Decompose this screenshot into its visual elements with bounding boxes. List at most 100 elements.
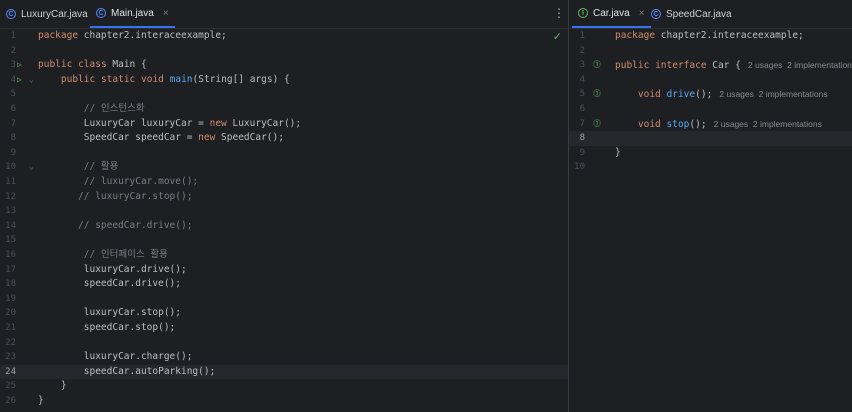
line-number[interactable]: 6 xyxy=(2,102,16,117)
line-number[interactable]: 26 xyxy=(2,394,16,409)
implemented-icon[interactable]: ⓵ xyxy=(593,58,601,73)
code-line[interactable]: 25 } xyxy=(0,379,568,394)
car-code-editor[interactable]: 1 package chapter2.interaceexample; 2 3 publ… xyxy=(569,29,852,412)
line-number[interactable]: 10 xyxy=(571,160,585,175)
line-number[interactable]: 25 xyxy=(2,379,16,394)
line-number[interactable]: 7 xyxy=(2,117,16,132)
close-icon[interactable]: × xyxy=(639,8,645,19)
code-text[interactable]: } xyxy=(38,379,67,394)
code-line[interactable]: 10 xyxy=(569,160,852,175)
code-line[interactable]: 19 xyxy=(0,292,568,307)
code-line[interactable]: 12 // luxuryCar.stop(); xyxy=(0,190,568,205)
code-text[interactable]: package chapter2.interaceexample; xyxy=(615,29,804,44)
line-number[interactable]: 9 xyxy=(571,146,585,161)
close-icon[interactable]: × xyxy=(163,8,169,19)
code-line[interactable]: 1 package chapter2.interaceexample; xyxy=(0,29,568,44)
tab-luxurycar-java[interactable]: C LuxuryCar.java xyxy=(0,0,94,28)
code-text[interactable]: package chapter2.interaceexample; xyxy=(38,29,227,44)
code-text[interactable]: luxuryCar.charge(); xyxy=(38,350,193,365)
line-number[interactable]: 17 xyxy=(2,263,16,278)
line-number[interactable]: 1 xyxy=(571,29,585,44)
code-text[interactable]: SpeedCar speedCar = new SpeedCar(); xyxy=(38,131,284,146)
code-line[interactable]: 9} xyxy=(569,146,852,161)
code-text[interactable]: // 활용 xyxy=(38,160,119,175)
line-number[interactable]: 4 xyxy=(2,73,16,88)
code-line[interactable]: 14 // speedCar.drive(); xyxy=(0,219,568,234)
line-number[interactable]: 2 xyxy=(571,44,585,59)
code-line[interactable]: 11 // luxuryCar.move(); xyxy=(0,175,568,190)
code-line[interactable]: 5 xyxy=(0,87,568,102)
code-line[interactable]: 4 xyxy=(569,73,852,88)
tab-main-java[interactable]: C Main.java × xyxy=(90,0,175,28)
code-text[interactable]: // luxuryCar.move(); xyxy=(38,175,198,190)
code-text[interactable]: // luxuryCar.stop(); xyxy=(38,190,192,205)
line-number[interactable]: 22 xyxy=(2,336,16,351)
code-line[interactable]: 16 // 인터페이스 활용 xyxy=(0,248,568,263)
line-number[interactable]: 18 xyxy=(2,277,16,292)
code-text[interactable]: public static void main(String[] args) { xyxy=(38,73,290,88)
code-line[interactable]: 22 xyxy=(0,336,568,351)
line-number[interactable]: 15 xyxy=(2,233,16,248)
run-icon[interactable]: ▷ xyxy=(17,73,22,88)
code-line[interactable]: 6 // 인스턴스화 xyxy=(0,102,568,117)
code-line[interactable]: 3 public class Main { ▷ xyxy=(0,58,568,73)
code-line[interactable]: 3 public interface Car { 2 usages 2 imple… xyxy=(569,58,852,73)
code-line[interactable]: 2 xyxy=(0,44,568,59)
fold-chevron-icon[interactable]: ⌄ xyxy=(29,160,34,175)
line-number[interactable]: 7 xyxy=(571,117,585,132)
code-line[interactable]: 7 void stop(); 2 usages 2 implementation… xyxy=(569,117,852,132)
code-line[interactable]: 23 luxuryCar.charge(); xyxy=(0,350,568,365)
line-number[interactable]: 5 xyxy=(571,87,585,102)
line-number[interactable]: 8 xyxy=(2,131,16,146)
code-line[interactable]: 9 xyxy=(0,146,568,161)
code-text[interactable]: speedCar.autoParking(); xyxy=(38,365,216,380)
code-line[interactable]: 18 speedCar.drive(); xyxy=(0,277,568,292)
line-number[interactable]: 21 xyxy=(2,321,16,336)
line-number[interactable]: 4 xyxy=(571,73,585,88)
line-number[interactable]: 11 xyxy=(2,175,16,190)
line-number[interactable]: 20 xyxy=(2,306,16,321)
code-line[interactable]: 4 public static void main(String[] args)… xyxy=(0,73,568,88)
code-text[interactable]: public interface Car { 2 usages 2 implem… xyxy=(615,58,852,74)
usages-inlay-hint[interactable]: 2 usages 2 implementations xyxy=(707,119,822,129)
line-number[interactable]: 24 xyxy=(2,365,16,380)
code-line[interactable]: 15 xyxy=(0,233,568,248)
usages-inlay-hint[interactable]: 2 usages 2 implementations xyxy=(712,89,827,99)
code-text[interactable]: LuxuryCar luxuryCar = new LuxuryCar(); xyxy=(38,117,301,132)
code-text[interactable]: public class Main { xyxy=(38,58,147,73)
code-line[interactable]: 8 xyxy=(569,131,852,146)
fold-chevron-icon[interactable]: ⌄ xyxy=(29,73,34,88)
line-number[interactable]: 14 xyxy=(2,219,16,234)
implemented-icon[interactable]: ⓵ xyxy=(593,87,601,102)
code-line[interactable]: 24 speedCar.autoParking(); xyxy=(0,364,568,380)
run-icon[interactable]: ▷ xyxy=(17,58,22,73)
code-line[interactable]: 5 void drive(); 2 usages 2 implementatio… xyxy=(569,87,852,102)
code-text[interactable]: void drive(); 2 usages 2 implementations xyxy=(615,87,828,103)
implemented-icon[interactable]: ⓵ xyxy=(593,117,601,132)
code-text[interactable]: luxuryCar.drive(); xyxy=(38,263,187,278)
code-text[interactable]: } xyxy=(615,146,621,161)
code-line[interactable]: 1 package chapter2.interaceexample; xyxy=(569,29,852,44)
code-line[interactable]: 8 SpeedCar speedCar = new SpeedCar(); xyxy=(0,131,568,146)
line-number[interactable]: 3 xyxy=(2,58,16,73)
code-text[interactable]: } xyxy=(38,394,44,409)
code-line[interactable]: 17 luxuryCar.drive(); xyxy=(0,263,568,278)
line-number[interactable]: 3 xyxy=(571,58,585,73)
line-number[interactable]: 5 xyxy=(2,87,16,102)
code-line[interactable]: 26} xyxy=(0,394,568,409)
code-line[interactable]: 21 speedCar.stop(); xyxy=(0,321,568,336)
more-options-icon[interactable]: ⋮ xyxy=(553,6,565,20)
code-text[interactable]: speedCar.drive(); xyxy=(38,277,181,292)
code-line[interactable]: 20 luxuryCar.stop(); xyxy=(0,306,568,321)
line-number[interactable]: 6 xyxy=(571,102,585,117)
line-number[interactable]: 8 xyxy=(571,131,585,146)
usages-inlay-hint[interactable]: 2 usages 2 implementations xyxy=(741,60,852,70)
code-text[interactable]: luxuryCar.stop(); xyxy=(38,306,181,321)
line-number[interactable]: 12 xyxy=(2,190,16,205)
line-number[interactable]: 19 xyxy=(2,292,16,307)
line-number[interactable]: 23 xyxy=(2,350,16,365)
line-number[interactable]: 13 xyxy=(2,204,16,219)
line-number[interactable]: 1 xyxy=(2,29,16,44)
code-text[interactable]: void stop(); 2 usages 2 implementations xyxy=(615,117,822,133)
code-text[interactable]: // 인스턴스화 xyxy=(38,102,145,117)
